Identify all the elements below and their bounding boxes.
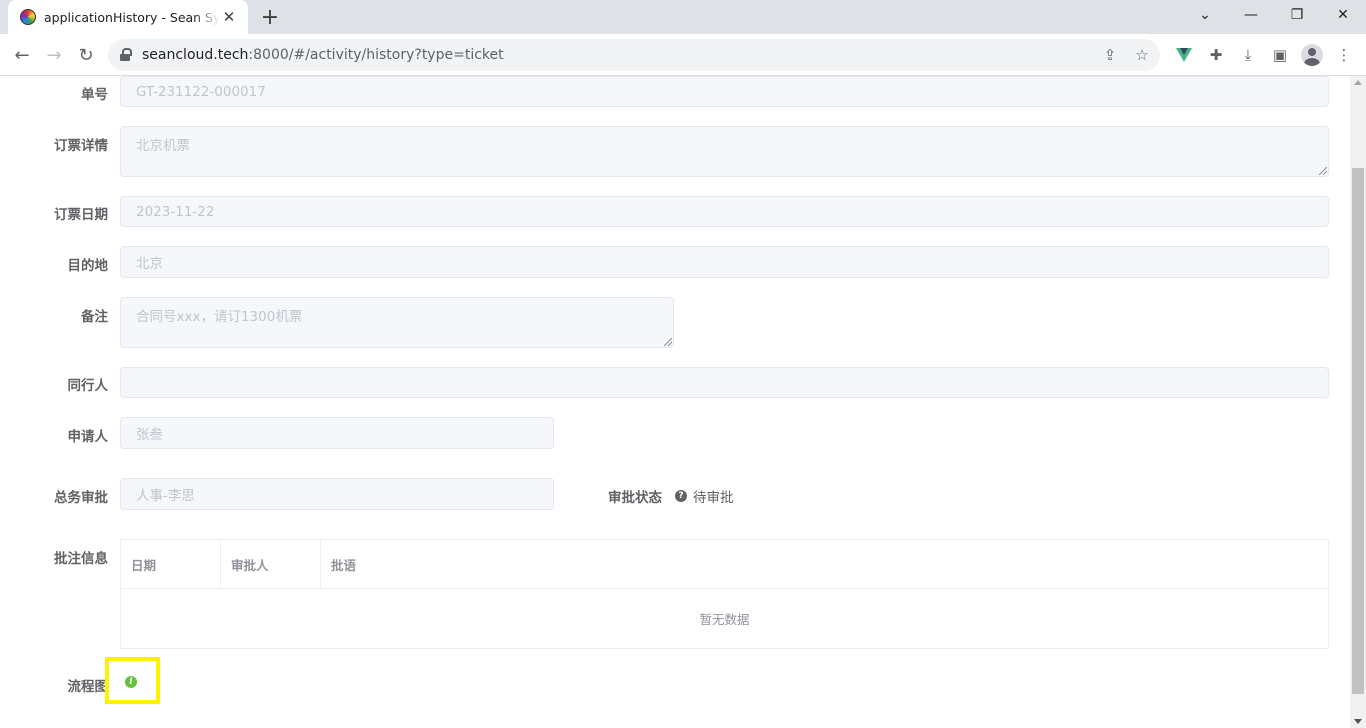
browser-toolbar: ← → ↻ seancloud.tech:8000/#/activity/his… (0, 34, 1366, 76)
comments-label: 批注信息 (54, 551, 108, 567)
ticket-date-field[interactable]: 2023-11-22 (120, 196, 1329, 227)
approval-status-value: ? 待审批 (675, 486, 734, 506)
new-tab-button[interactable]: + (258, 5, 282, 30)
remark-textarea[interactable]: 合同号xxx，请订1300机票 (120, 297, 674, 348)
destination-field[interactable]: 北京 (120, 246, 1329, 278)
table-empty-text: 暂无数据 (699, 612, 750, 627)
browser-tab-active[interactable]: applicationHistory - Sean System ✕ (8, 0, 248, 34)
minimize-button[interactable]: — (1228, 0, 1274, 30)
flowchart-highlight: i (105, 657, 160, 704)
close-window-button[interactable]: ✕ (1320, 0, 1366, 30)
side-panel-icon[interactable]: ▣ (1269, 44, 1291, 66)
profile-avatar[interactable] (1301, 44, 1323, 66)
column-header-date[interactable]: 日期 (121, 540, 221, 588)
companions-label: 同行人 (67, 378, 109, 394)
vue-devtools-icon[interactable] (1173, 44, 1195, 66)
favicon-icon (20, 9, 36, 25)
resize-grip-icon[interactable] (1319, 167, 1327, 175)
column-header-comment[interactable]: 批语 (321, 540, 1328, 588)
general-approval-label: 总务审批 (54, 490, 108, 506)
ticket-detail-textarea[interactable]: 北京机票 (120, 126, 1329, 177)
menu-kebab-icon[interactable]: ⋮ (1333, 44, 1355, 66)
forward-button[interactable]: → (40, 41, 68, 69)
scroll-down-arrow-icon[interactable] (1354, 719, 1362, 724)
close-tab-button[interactable]: ✕ (220, 8, 238, 26)
column-header-approver[interactable]: 审批人 (221, 540, 321, 588)
download-icon[interactable]: ⤓ (1237, 44, 1259, 66)
info-circle-icon[interactable]: i (125, 676, 137, 688)
companions-field[interactable] (120, 367, 1329, 398)
browser-tabstrip: applicationHistory - Sean System ✕ + ⌄ —… (0, 0, 1366, 34)
order-no-field[interactable]: GT-231122-000017 (120, 76, 1329, 107)
applicant-field[interactable]: 张叁 (120, 417, 554, 449)
page-scrollbar[interactable] (1350, 76, 1366, 728)
scrollbar-thumb[interactable] (1352, 168, 1364, 694)
restore-button[interactable]: ❐ (1274, 0, 1320, 30)
extensions-puzzle-icon[interactable]: ✚ (1205, 44, 1227, 66)
resize-grip-icon[interactable] (664, 338, 672, 346)
question-circle-icon: ? (675, 490, 687, 502)
share-icon[interactable]: ⇪ (1100, 45, 1120, 65)
reload-button[interactable]: ↻ (72, 41, 100, 69)
url-text: seancloud.tech:8000/#/activity/history?t… (142, 47, 504, 63)
order-no-label: 单号 (81, 87, 108, 103)
approval-status-label: 审批状态 (608, 490, 662, 506)
general-approval-field[interactable]: 人事-李思 (120, 478, 554, 510)
ticket-detail-label: 订票详情 (54, 138, 108, 154)
bookmark-star-icon[interactable]: ☆ (1132, 45, 1152, 65)
table-header: 日期 审批人 批语 (121, 540, 1328, 589)
lock-icon (120, 48, 132, 62)
comments-table: 日期 审批人 批语 暂无数据 (120, 539, 1329, 649)
address-bar[interactable]: seancloud.tech:8000/#/activity/history?t… (108, 39, 1160, 71)
scroll-up-arrow-icon[interactable] (1354, 80, 1362, 85)
ticket-date-label: 订票日期 (54, 207, 108, 223)
back-button[interactable]: ← (8, 41, 36, 69)
applicant-label: 申请人 (67, 429, 109, 445)
approval-status-text: 待审批 (693, 490, 734, 506)
destination-label: 目的地 (67, 258, 109, 274)
tab-search-chevron-icon[interactable]: ⌄ (1182, 0, 1228, 30)
page-content: 单号 GT-231122-000017 订票详情 北京机票 订票日期 2023-… (0, 76, 1350, 728)
tab-title: applicationHistory - Sean System (44, 9, 220, 25)
remark-label: 备注 (81, 309, 108, 325)
flowchart-label: 流程图 (67, 679, 109, 695)
